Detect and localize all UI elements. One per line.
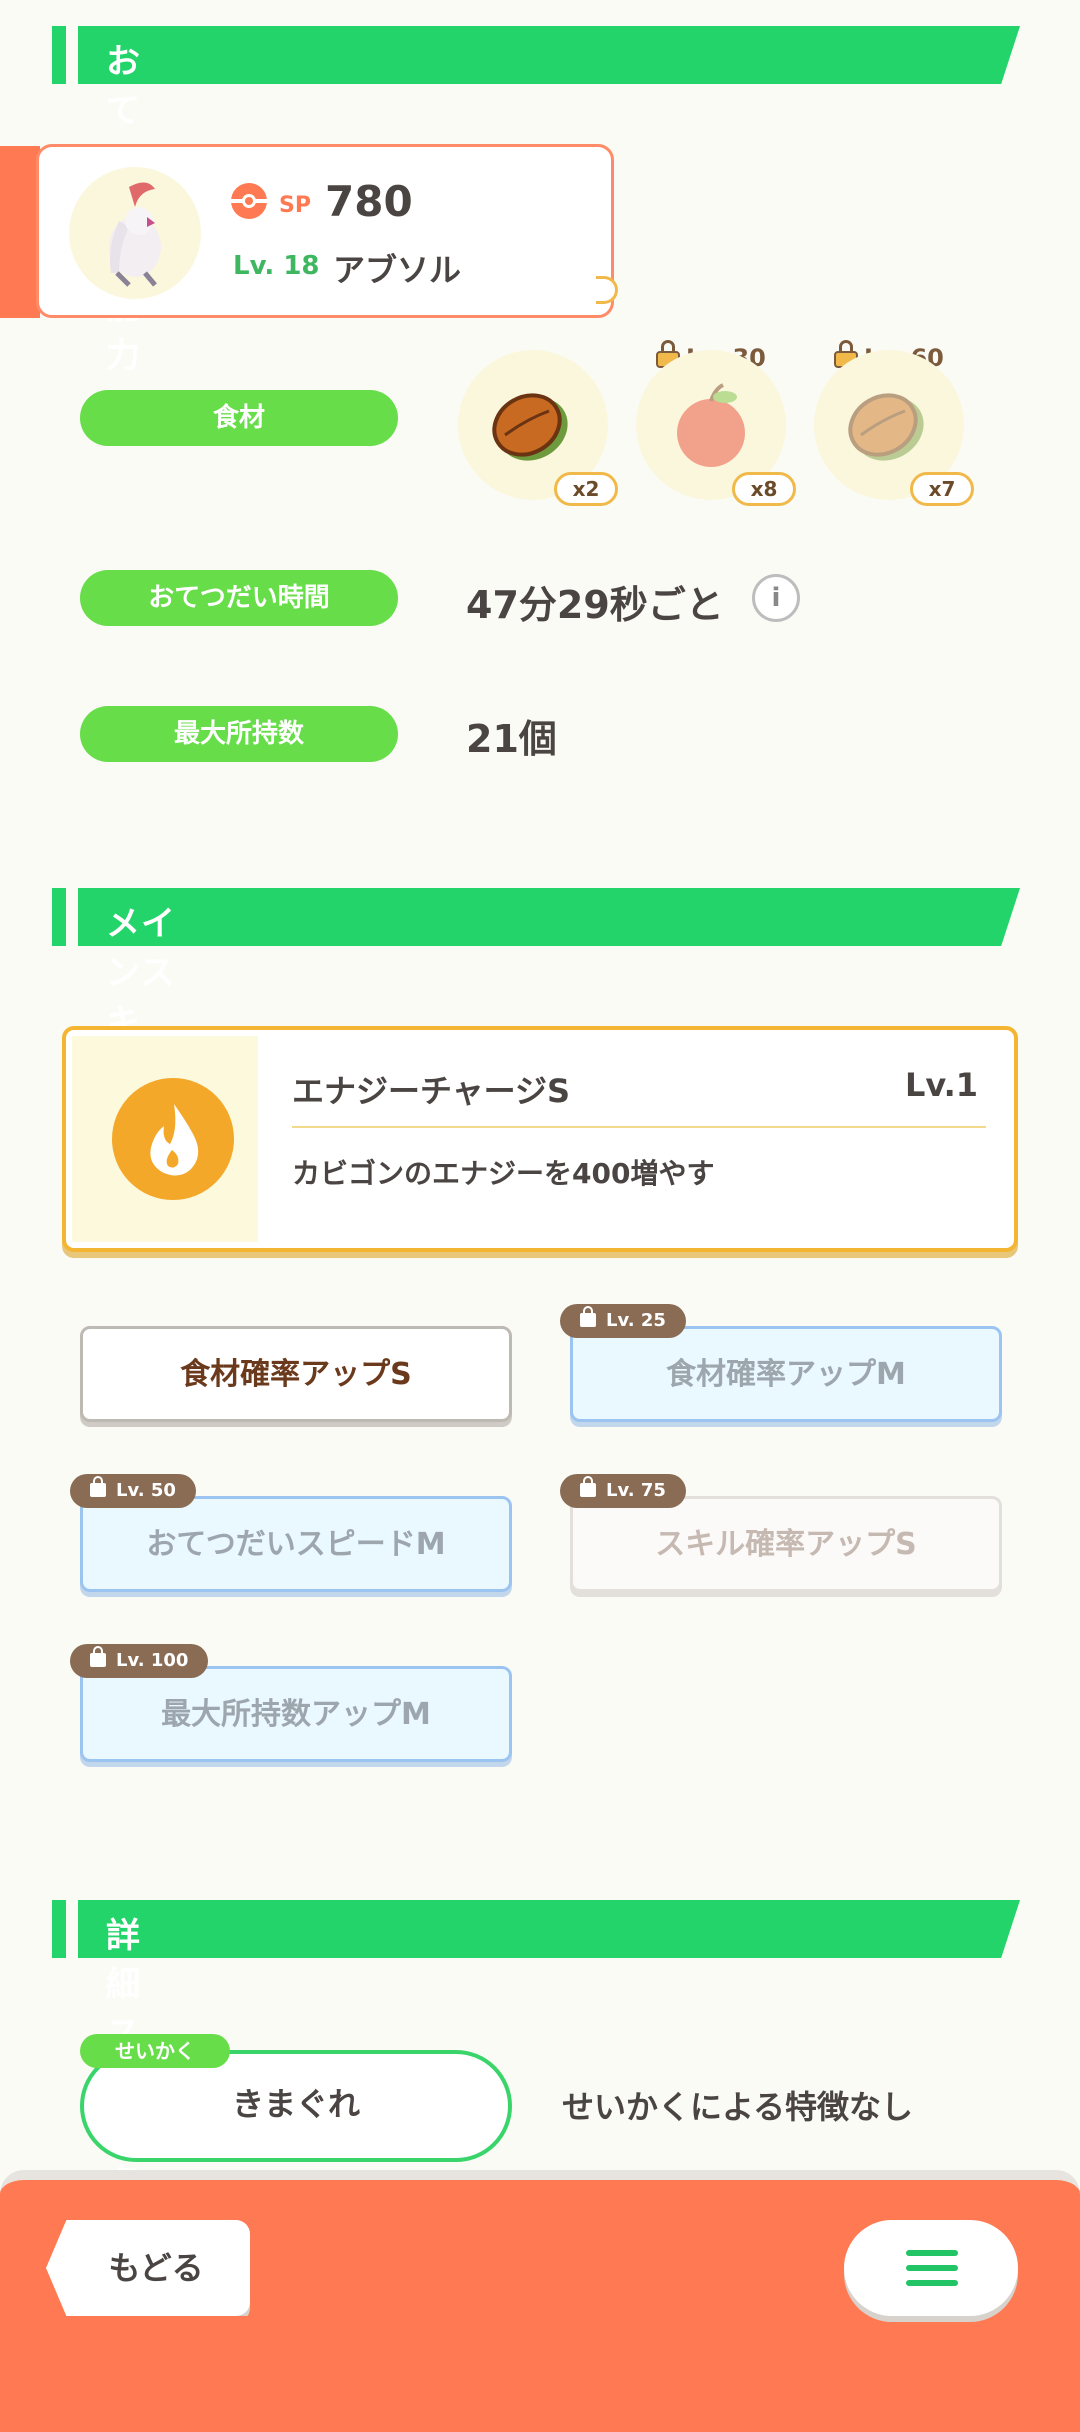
divider (292, 1126, 986, 1128)
ingredient-count: x2 (554, 472, 618, 506)
sub-skill-2[interactable]: 食材確率アップM (570, 1326, 1002, 1422)
card-accent (0, 146, 40, 318)
info-icon[interactable]: i (752, 574, 800, 622)
help-time-value: 47分29秒ごと (466, 583, 724, 627)
sp-value: 780 (325, 177, 413, 226)
lock-icon (580, 1476, 596, 1497)
sub-skill-3[interactable]: おてつだいスピードM (80, 1496, 512, 1592)
main-skill-card[interactable]: エナジーチャージS Lv.1 カビゴンのエナジーを400増やす (62, 1026, 1018, 1252)
ingredient-count: x7 (910, 472, 974, 506)
ingredient-slot-2[interactable]: x8 (636, 350, 796, 506)
pokemon-card[interactable]: SP 780 Lv. 18 アブソル (36, 144, 614, 318)
ingredient-count: x8 (732, 472, 796, 506)
section-bar (78, 26, 1020, 84)
card-tab (596, 276, 618, 304)
section-marker (52, 1900, 66, 1958)
sub-skill-4-unlock: Lv. 75 (560, 1474, 686, 1508)
max-carry-value: 21個 (466, 717, 557, 761)
apple-icon (677, 383, 745, 467)
sub-skill-1[interactable]: 食材確率アップS (80, 1326, 512, 1422)
main-skill-name: エナジーチャージS (292, 1072, 571, 1110)
sub-skill-4[interactable]: スキル確率アップS (570, 1496, 1002, 1592)
pokemon-level: Lv. 18 (233, 251, 320, 281)
sub-skill-5-unlock: Lv. 100 (70, 1644, 209, 1678)
nature-description: せいかくによる特徴なし (562, 2088, 914, 2126)
back-button[interactable]: もどる (46, 2220, 250, 2316)
sub-skill-3-unlock: Lv. 50 (70, 1474, 196, 1508)
ingredient-slot-3[interactable]: x7 (814, 350, 974, 506)
flame-icon (112, 1078, 234, 1200)
unlock-level-text: Lv. 25 (606, 1310, 666, 1331)
sp-ball-icon (229, 181, 269, 221)
lock-icon (90, 1646, 106, 1667)
label-help-time: おてつだい時間 (80, 570, 398, 626)
unlock-level-text: Lv. 75 (606, 1480, 666, 1501)
unlock-level-text: Lv. 100 (116, 1650, 189, 1671)
pokemon-name: アブソル (333, 251, 462, 289)
cacao-bean-icon (492, 393, 568, 461)
section-marker (52, 888, 66, 946)
lock-icon (580, 1306, 596, 1327)
sp-label: SP (279, 193, 311, 218)
label-max-carry: 最大所持数 (80, 706, 398, 762)
cacao-bean-icon (848, 393, 924, 461)
unlock-level-text: Lv. 50 (116, 1480, 176, 1501)
sub-skill-5[interactable]: 最大所持数アップM (80, 1666, 512, 1762)
skill-icon-panel (72, 1036, 258, 1242)
hamburger-menu-icon[interactable] (844, 2220, 1018, 2316)
section-marker (52, 26, 66, 84)
lock-icon (90, 1476, 106, 1497)
ingredient-slot-1[interactable]: x2 (458, 350, 618, 506)
main-skill-description: カビゴンのエナジーを400増やす (292, 1157, 715, 1190)
main-skill-level: Lv.1 (904, 1066, 978, 1104)
section-bar (78, 888, 1020, 946)
pokemon-avatar (69, 167, 201, 299)
label-ingredients: 食材 (80, 390, 398, 446)
sub-skill-2-unlock: Lv. 25 (560, 1304, 686, 1338)
section-bar (78, 1900, 1020, 1958)
nature-tag: せいかく (80, 2034, 230, 2068)
